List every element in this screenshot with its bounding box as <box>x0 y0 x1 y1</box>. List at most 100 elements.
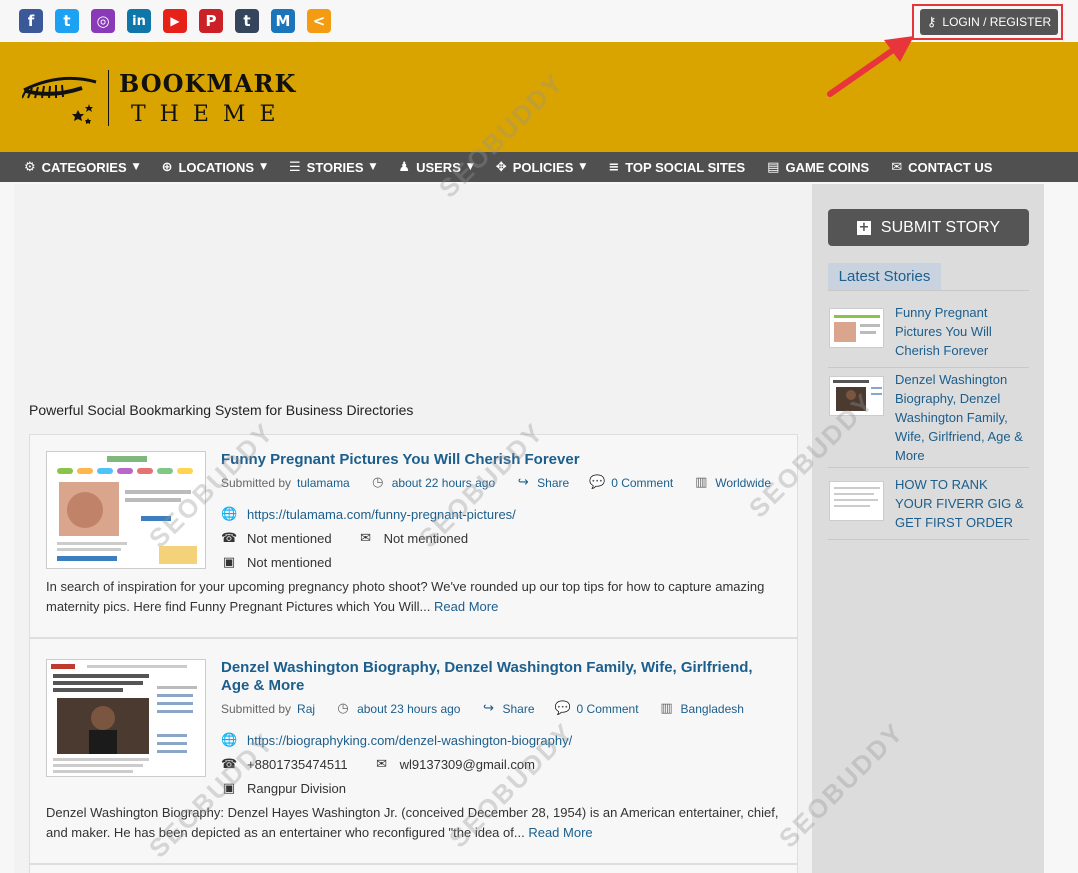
divider <box>828 290 1029 291</box>
latest-story-title[interactable]: Denzel Washington Biography, Denzel Wash… <box>895 370 1027 465</box>
story-card: Funny Pregnant Pictures You Will Cherish… <box>29 434 798 638</box>
nav-label: STORIES <box>306 159 364 175</box>
nav-game-coins[interactable]: ▤ GAME COINS <box>767 160 869 175</box>
comment-icon: 💬 <box>589 475 606 490</box>
nav-contact-us[interactable]: ✉ CONTACT US <box>891 160 992 175</box>
email-icon: ✉ <box>376 757 388 772</box>
login-register-label: LOGIN / REGISTER <box>942 15 1052 29</box>
logo-text: BOOKMARK THEME <box>119 69 296 127</box>
share-icon[interactable]: < <box>307 9 331 33</box>
story-url-link[interactable]: https://biographyking.com/denzel-washing… <box>247 733 572 748</box>
nav-categories[interactable]: ⚙ CATEGORIES ▼ <box>24 160 140 175</box>
email-icon: ✉ <box>360 531 372 546</box>
latest-story-thumbnail <box>829 308 884 348</box>
list-icon: ☰ <box>289 159 301 175</box>
nav-label: USERS <box>416 159 461 175</box>
latest-story-title[interactable]: Funny Pregnant Pictures You Will Cherish… <box>895 303 1027 360</box>
nav-locations[interactable]: ⊕ LOCATIONS ▼ <box>162 160 267 175</box>
share-link[interactable]: Share <box>502 702 534 716</box>
story-thumbnail-image <box>47 660 205 776</box>
globe-icon: ⊕ <box>161 159 173 175</box>
tumblr-icon[interactable]: t <box>235 9 259 33</box>
map-icon: ▥ <box>660 701 673 716</box>
site-logo[interactable]: BOOKMARK THEME <box>22 68 296 128</box>
story-meta: Submitted by tulamama ◷ about 22 hours a… <box>221 475 771 490</box>
logo-line-2: THEME <box>131 102 290 127</box>
comments-link[interactable]: 0 Comment <box>577 702 639 716</box>
phone-icon: ☎ <box>221 757 238 772</box>
latest-thumb-image <box>830 377 883 415</box>
comments-link[interactable]: 0 Comment <box>611 476 673 490</box>
story-card <box>29 864 798 873</box>
globe-icon: 🌐 <box>221 733 238 748</box>
logo-line-1: BOOKMARK <box>119 69 297 98</box>
submit-story-button[interactable]: + SUBMIT STORY <box>828 209 1029 246</box>
story-card: Denzel Washington Biography, Denzel Wash… <box>29 638 798 864</box>
story-meta: Submitted by Raj ◷ about 23 hours ago ↪ … <box>221 701 744 716</box>
author-link[interactable]: tulamama <box>297 476 350 490</box>
story-thumbnail[interactable] <box>46 451 206 569</box>
youtube-icon[interactable]: ▶ <box>163 9 187 33</box>
nav-top-social-sites[interactable]: ≡ TOP SOCIAL SITES <box>608 160 745 175</box>
latest-story-title[interactable]: HOW TO RANK YOUR FIVERR GIG & GET FIRST … <box>895 475 1027 532</box>
nav-stories[interactable]: ☰ STORIES ▼ <box>289 160 376 175</box>
story-thumbnail[interactable] <box>46 659 206 777</box>
share-link[interactable]: Share <box>537 476 569 490</box>
nav-policies[interactable]: ✥ POLICIES ▼ <box>496 160 587 175</box>
eyelash-logo-icon <box>22 76 97 124</box>
story-description: In search of inspiration for your upcomi… <box>46 577 781 617</box>
location-link[interactable]: Bangladesh <box>681 702 744 716</box>
latest-thumb-image <box>830 309 883 347</box>
globe-icon: 🌐 <box>221 507 238 522</box>
latest-story-item[interactable]: HOW TO RANK YOUR FIVERR GIG & GET FIRST … <box>828 468 1029 540</box>
social-icons: f t ◎ in ▶ P t M < <box>19 9 331 33</box>
clock-icon: ◷ <box>372 475 384 490</box>
address-value: Rangpur Division <box>247 781 346 796</box>
submitted-by-label: Submitted by <box>221 701 292 716</box>
story-description: Denzel Washington Biography: Denzel Haye… <box>46 803 781 843</box>
author-link[interactable]: Raj <box>297 702 315 716</box>
nav-label: LOCATIONS <box>178 159 255 175</box>
description-text: In search of inspiration for your upcomi… <box>46 579 765 614</box>
read-more-link[interactable]: Read More <box>434 599 498 614</box>
read-more-link[interactable]: Read More <box>528 825 592 840</box>
key-icon: ⚷ <box>926 14 937 30</box>
pinterest-icon[interactable]: P <box>199 9 223 33</box>
time-link[interactable]: about 22 hours ago <box>392 476 495 490</box>
twitter-icon[interactable]: t <box>55 9 79 33</box>
email-value: wl9137309@gmail.com <box>399 757 535 772</box>
red-arrow-annotation <box>827 36 914 97</box>
phone-icon: ☎ <box>221 531 238 546</box>
caret-down-icon: ▼ <box>369 162 377 172</box>
instagram-icon[interactable]: ◎ <box>91 9 115 33</box>
page-tagline: Powerful Social Bookmarking System for B… <box>29 402 414 418</box>
logo-divider <box>108 70 109 126</box>
envelope-icon: ✉ <box>891 159 903 175</box>
nav-users[interactable]: ♟ USERS ▼ <box>398 160 473 175</box>
latest-story-item[interactable]: Denzel Washington Biography, Denzel Wash… <box>828 368 1029 468</box>
nav-label: CONTACT US <box>908 159 993 175</box>
latest-stories-tab[interactable]: Latest Stories <box>828 263 941 290</box>
linkedin-icon[interactable]: in <box>127 9 151 33</box>
story-title[interactable]: Denzel Washington Biography, Denzel Wash… <box>221 659 781 695</box>
story-thumbnail-image <box>47 452 205 568</box>
nav-label: GAME COINS <box>785 159 870 175</box>
facebook-icon[interactable]: f <box>19 9 43 33</box>
cogs-icon: ⚙ <box>24 159 36 175</box>
email-value: Not mentioned <box>383 531 469 546</box>
location-link[interactable]: Worldwide <box>715 476 771 490</box>
login-register-button[interactable]: ⚷ LOGIN / REGISTER <box>920 9 1058 35</box>
align-left-icon: ≡ <box>608 159 620 175</box>
latest-story-item[interactable]: Funny Pregnant Pictures You Will Cherish… <box>828 300 1029 368</box>
story-title[interactable]: Funny Pregnant Pictures You Will Cherish… <box>221 451 781 469</box>
phone-value: Not mentioned <box>247 531 332 546</box>
time-link[interactable]: about 23 hours ago <box>357 702 460 716</box>
latest-story-thumbnail <box>829 376 884 416</box>
caret-down-icon: ▼ <box>579 162 587 172</box>
story-contact-row: ☎ Not mentioned ✉ Not mentioned <box>221 531 468 546</box>
story-url-link[interactable]: https://tulamama.com/funny-pregnant-pict… <box>247 507 516 522</box>
medium-icon[interactable]: M <box>271 9 295 33</box>
document-icon: ▤ <box>767 159 780 175</box>
nav-label: POLICIES <box>512 159 574 175</box>
plus-icon: + <box>856 219 871 235</box>
